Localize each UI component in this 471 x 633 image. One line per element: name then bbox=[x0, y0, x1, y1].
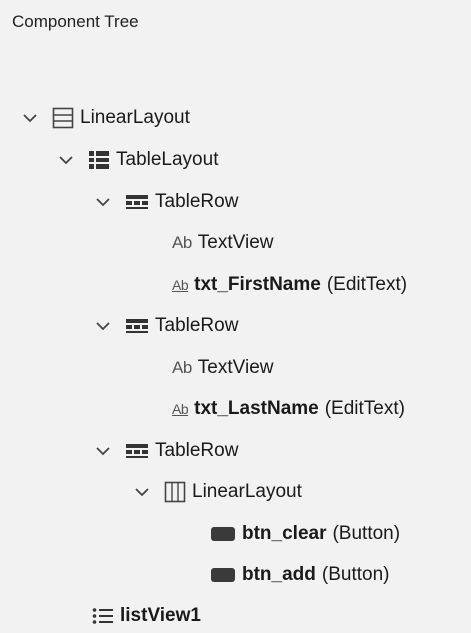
edittext-icon: Ab bbox=[172, 401, 189, 417]
table-row-icon bbox=[125, 318, 149, 334]
tree-node-tablerow-1[interactable]: TableRow bbox=[95, 185, 471, 219]
chevron-down-icon[interactable] bbox=[95, 194, 111, 210]
tree-node-label: TableRow bbox=[155, 191, 239, 212]
tree-node-label: TextView bbox=[197, 232, 274, 253]
edittext-icon: Ab bbox=[172, 277, 189, 293]
tree-node-btn-clear[interactable]: btn_clear (Button) bbox=[210, 517, 471, 551]
tree-node-type: (EditText) bbox=[326, 274, 408, 295]
panel-header: Component Tree bbox=[0, 0, 471, 44]
tree-node-type: (Button) bbox=[332, 523, 401, 544]
table-row-icon bbox=[125, 194, 149, 210]
button-icon bbox=[210, 526, 236, 542]
tree-node-linearlayout-horizontal[interactable]: LinearLayout bbox=[134, 475, 471, 509]
textview-icon: Ab bbox=[172, 358, 192, 377]
tree-node-textview-2[interactable]: Ab TextView bbox=[172, 351, 471, 385]
tree-node-tablerow-3[interactable]: TableRow bbox=[95, 434, 471, 468]
tree-node-label: LinearLayout bbox=[192, 481, 302, 502]
tree-node-btn-add[interactable]: btn_add (Button) bbox=[210, 558, 471, 592]
tree-node-listview1[interactable]: listView1 bbox=[92, 599, 471, 633]
button-icon bbox=[210, 567, 236, 583]
table-layout-icon bbox=[88, 150, 110, 170]
tree-node-label: btn_clear bbox=[242, 523, 327, 544]
linear-layout-horizontal-icon bbox=[164, 481, 186, 503]
chevron-down-icon[interactable] bbox=[134, 484, 150, 500]
tree-node-label: listView1 bbox=[120, 605, 201, 626]
textview-icon: Ab bbox=[172, 233, 192, 252]
tree-node-tablelayout[interactable]: TableLayout bbox=[58, 143, 471, 177]
listview-icon bbox=[92, 607, 114, 625]
tree-node-label: TableLayout bbox=[116, 149, 219, 170]
tree-node-type: (Button) bbox=[321, 564, 390, 585]
chevron-down-icon[interactable] bbox=[58, 152, 74, 168]
tree-node-label: TableRow bbox=[155, 315, 239, 336]
tree-node-label: txt_LastName bbox=[194, 398, 319, 419]
tree-node-label: btn_add bbox=[242, 564, 316, 585]
tree-node-type: (EditText) bbox=[324, 398, 405, 419]
tree-node-txt-lastname[interactable]: Ab txt_LastName (EditText) bbox=[172, 392, 471, 426]
tree-node-txt-firstname[interactable]: Ab txt_FirstName (EditText) bbox=[172, 268, 471, 302]
tree-node-tablerow-2[interactable]: TableRow bbox=[95, 309, 471, 343]
tree-node-label: TextView bbox=[197, 357, 274, 378]
tree-node-label: txt_FirstName bbox=[194, 274, 321, 295]
tree-node-label: LinearLayout bbox=[80, 107, 190, 128]
tree-node-linearlayout-root[interactable]: LinearLayout bbox=[22, 101, 471, 135]
chevron-down-icon[interactable] bbox=[22, 110, 38, 126]
tree-node-textview-1[interactable]: Ab TextView bbox=[172, 226, 471, 260]
table-row-icon bbox=[125, 443, 149, 459]
panel-title: Component Tree bbox=[12, 12, 139, 31]
chevron-down-icon[interactable] bbox=[95, 318, 111, 334]
linear-layout-vertical-icon bbox=[52, 107, 74, 129]
chevron-down-icon[interactable] bbox=[95, 443, 111, 459]
tree-node-label: TableRow bbox=[155, 440, 239, 461]
